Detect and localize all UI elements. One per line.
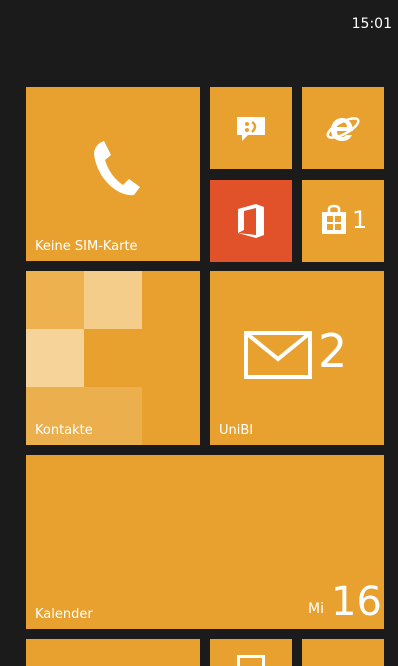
office-icon	[238, 204, 264, 238]
tile-partial[interactable]	[26, 639, 200, 666]
tile-messaging[interactable]	[210, 87, 292, 169]
contact-photo	[26, 271, 84, 329]
internet-explorer-icon	[326, 117, 360, 141]
tile-mail-label: UniBI	[219, 423, 254, 438]
tile-phone[interactable]: Keine SIM-Karte	[26, 87, 200, 261]
tile-partial[interactable]	[302, 639, 384, 666]
tile-internet-explorer[interactable]	[302, 87, 384, 169]
contact-photo	[84, 271, 142, 329]
calendar-weekday: Mi	[308, 601, 324, 617]
store-update-count: 1	[352, 206, 368, 234]
tile-store[interactable]: 1	[302, 180, 384, 262]
tile-office[interactable]	[210, 180, 292, 262]
tile-calendar[interactable]: Kalender Mi 16	[26, 455, 384, 629]
tile-calendar-label: Kalender	[35, 607, 93, 622]
message-icon	[237, 117, 265, 141]
partial-tile-icon	[237, 655, 265, 666]
mail-unread-count: 2	[318, 324, 348, 378]
tile-contacts[interactable]: Kontakte	[26, 271, 200, 445]
store-icon	[322, 204, 346, 234]
status-clock: 15:01	[351, 16, 392, 32]
tile-partial[interactable]	[210, 639, 292, 666]
tile-phone-label: Keine SIM-Karte	[35, 239, 138, 254]
mail-icon	[244, 331, 312, 379]
calendar-day: 16	[331, 579, 382, 625]
contact-photo	[26, 329, 84, 387]
tile-contacts-label: Kontakte	[35, 423, 93, 438]
status-bar: 15:01	[0, 0, 398, 40]
tile-mail[interactable]: 2 UniBI	[210, 271, 384, 445]
phone-icon	[94, 141, 140, 196]
